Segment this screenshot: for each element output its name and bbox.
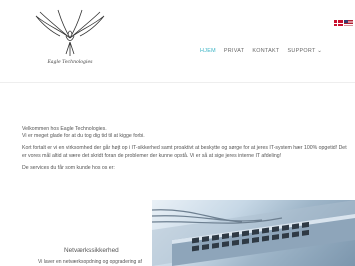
logo-text: Eagle Technologies <box>47 60 93 65</box>
nav-item-kontakt[interactable]: KONTAKT <box>252 48 279 54</box>
nav-item-hjem[interactable]: HJEM <box>200 48 216 54</box>
logo[interactable]: Eagle Technologies <box>30 8 110 70</box>
nav-item-privat[interactable]: PRIVAT <box>224 48 244 54</box>
site-header: Eagle Technologies HJEM PRIVAT KONTAKT S… <box>0 0 355 83</box>
language-switcher <box>334 20 353 26</box>
intro-section: Velkommen hos Eagle Technologies. Vi er … <box>22 126 352 177</box>
usa-flag-icon[interactable] <box>344 20 353 26</box>
services-intro: De services du får som kunde hos os er: <box>22 164 115 171</box>
network-switch-image <box>152 200 355 266</box>
service-title: Netværkssikkerhed <box>64 247 119 254</box>
service-description: Vi laver en netværksopdning og opgraderi… <box>38 259 142 265</box>
welcome-text: Velkommen hos Eagle Technologies. <box>22 126 107 132</box>
eagle-logo-icon <box>35 9 105 56</box>
intro-paragraph: Velkommen hos Eagle Technologies. Vi er … <box>22 126 352 141</box>
server-photo <box>152 200 355 266</box>
welcome-subtext: Vi er meget glade for at du tog dig tid … <box>22 133 145 140</box>
about-paragraph: Kort fortalt er vi en virksomhed der går… <box>22 145 347 159</box>
denmark-flag-icon[interactable] <box>334 20 343 26</box>
nav-item-support[interactable]: SUPPORT ⌄ <box>288 48 323 54</box>
main-nav: HJEM PRIVAT KONTAKT SUPPORT ⌄ <box>200 48 322 54</box>
